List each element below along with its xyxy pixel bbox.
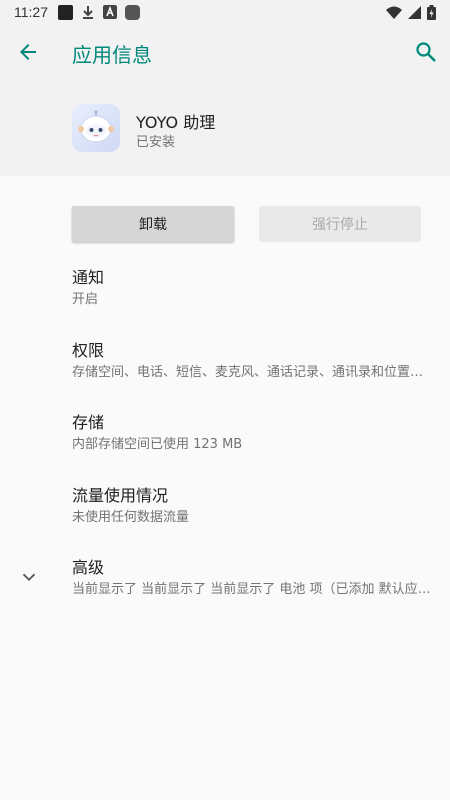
force-stop-button[interactable]: 强行停止 — [259, 206, 421, 242]
settings-item-summary: 内部存储空间已使用 123 MB — [72, 437, 243, 452]
uninstall-button[interactable]: 卸载 — [72, 206, 234, 242]
settings-item-summary: 当前显示了 当前显示了 当前显示了 电池 项（已添加 默认应用） — [72, 582, 434, 597]
settings-item-title: 权限 — [72, 341, 105, 360]
settings-item-summary: 未使用任何数据流量 — [72, 510, 190, 525]
app-notification-icon — [103, 5, 117, 19]
settings-item-title: 通知 — [72, 268, 105, 287]
app-header: YOYO 助理 已安装 — [0, 80, 450, 176]
back-arrow-icon[interactable] — [16, 40, 40, 64]
app-install-status: 已安装 — [136, 135, 176, 150]
settings-item-notifications[interactable]: 通知 开启 — [72, 268, 437, 309]
settings-item-title: 存储 — [72, 413, 105, 432]
notification-icons — [58, 4, 140, 20]
rounded-square-icon — [125, 4, 140, 20]
app-name: YOYO 助理 — [136, 113, 216, 132]
app-icon — [72, 104, 120, 152]
settings-item-title: 流量使用情况 — [72, 486, 169, 505]
page-title: 应用信息 — [72, 43, 152, 67]
download-icon — [83, 5, 93, 19]
status-right — [386, 4, 436, 20]
settings-item-storage[interactable]: 存储 内部存储空间已使用 123 MB — [72, 413, 437, 454]
settings-item-permissions[interactable]: 权限 存储空间、电话、短信、麦克风、通话记录、通讯录和位置信息 — [72, 341, 437, 382]
wifi-icon — [386, 6, 402, 19]
search-icon[interactable] — [414, 40, 438, 64]
app-bar: 应用信息 — [0, 24, 450, 80]
status-time: 11:27 — [14, 4, 48, 20]
notification-square-icon — [58, 4, 73, 20]
chevron-down-icon[interactable] — [18, 566, 40, 588]
signal-icon — [408, 5, 421, 19]
settings-item-summary: 存储空间、电话、短信、麦克风、通话记录、通讯录和位置信息 — [72, 365, 434, 380]
settings-item-title: 高级 — [72, 558, 105, 577]
settings-item-summary: 开启 — [72, 292, 99, 307]
battery-icon — [427, 4, 436, 20]
robot-face-icon — [78, 110, 114, 143]
status-bar: 11:27 — [0, 0, 450, 24]
settings-item-data-usage[interactable]: 流量使用情况 未使用任何数据流量 — [72, 486, 437, 527]
settings-item-advanced[interactable]: 高级 当前显示了 当前显示了 当前显示了 电池 项（已添加 默认应用） — [72, 558, 437, 599]
